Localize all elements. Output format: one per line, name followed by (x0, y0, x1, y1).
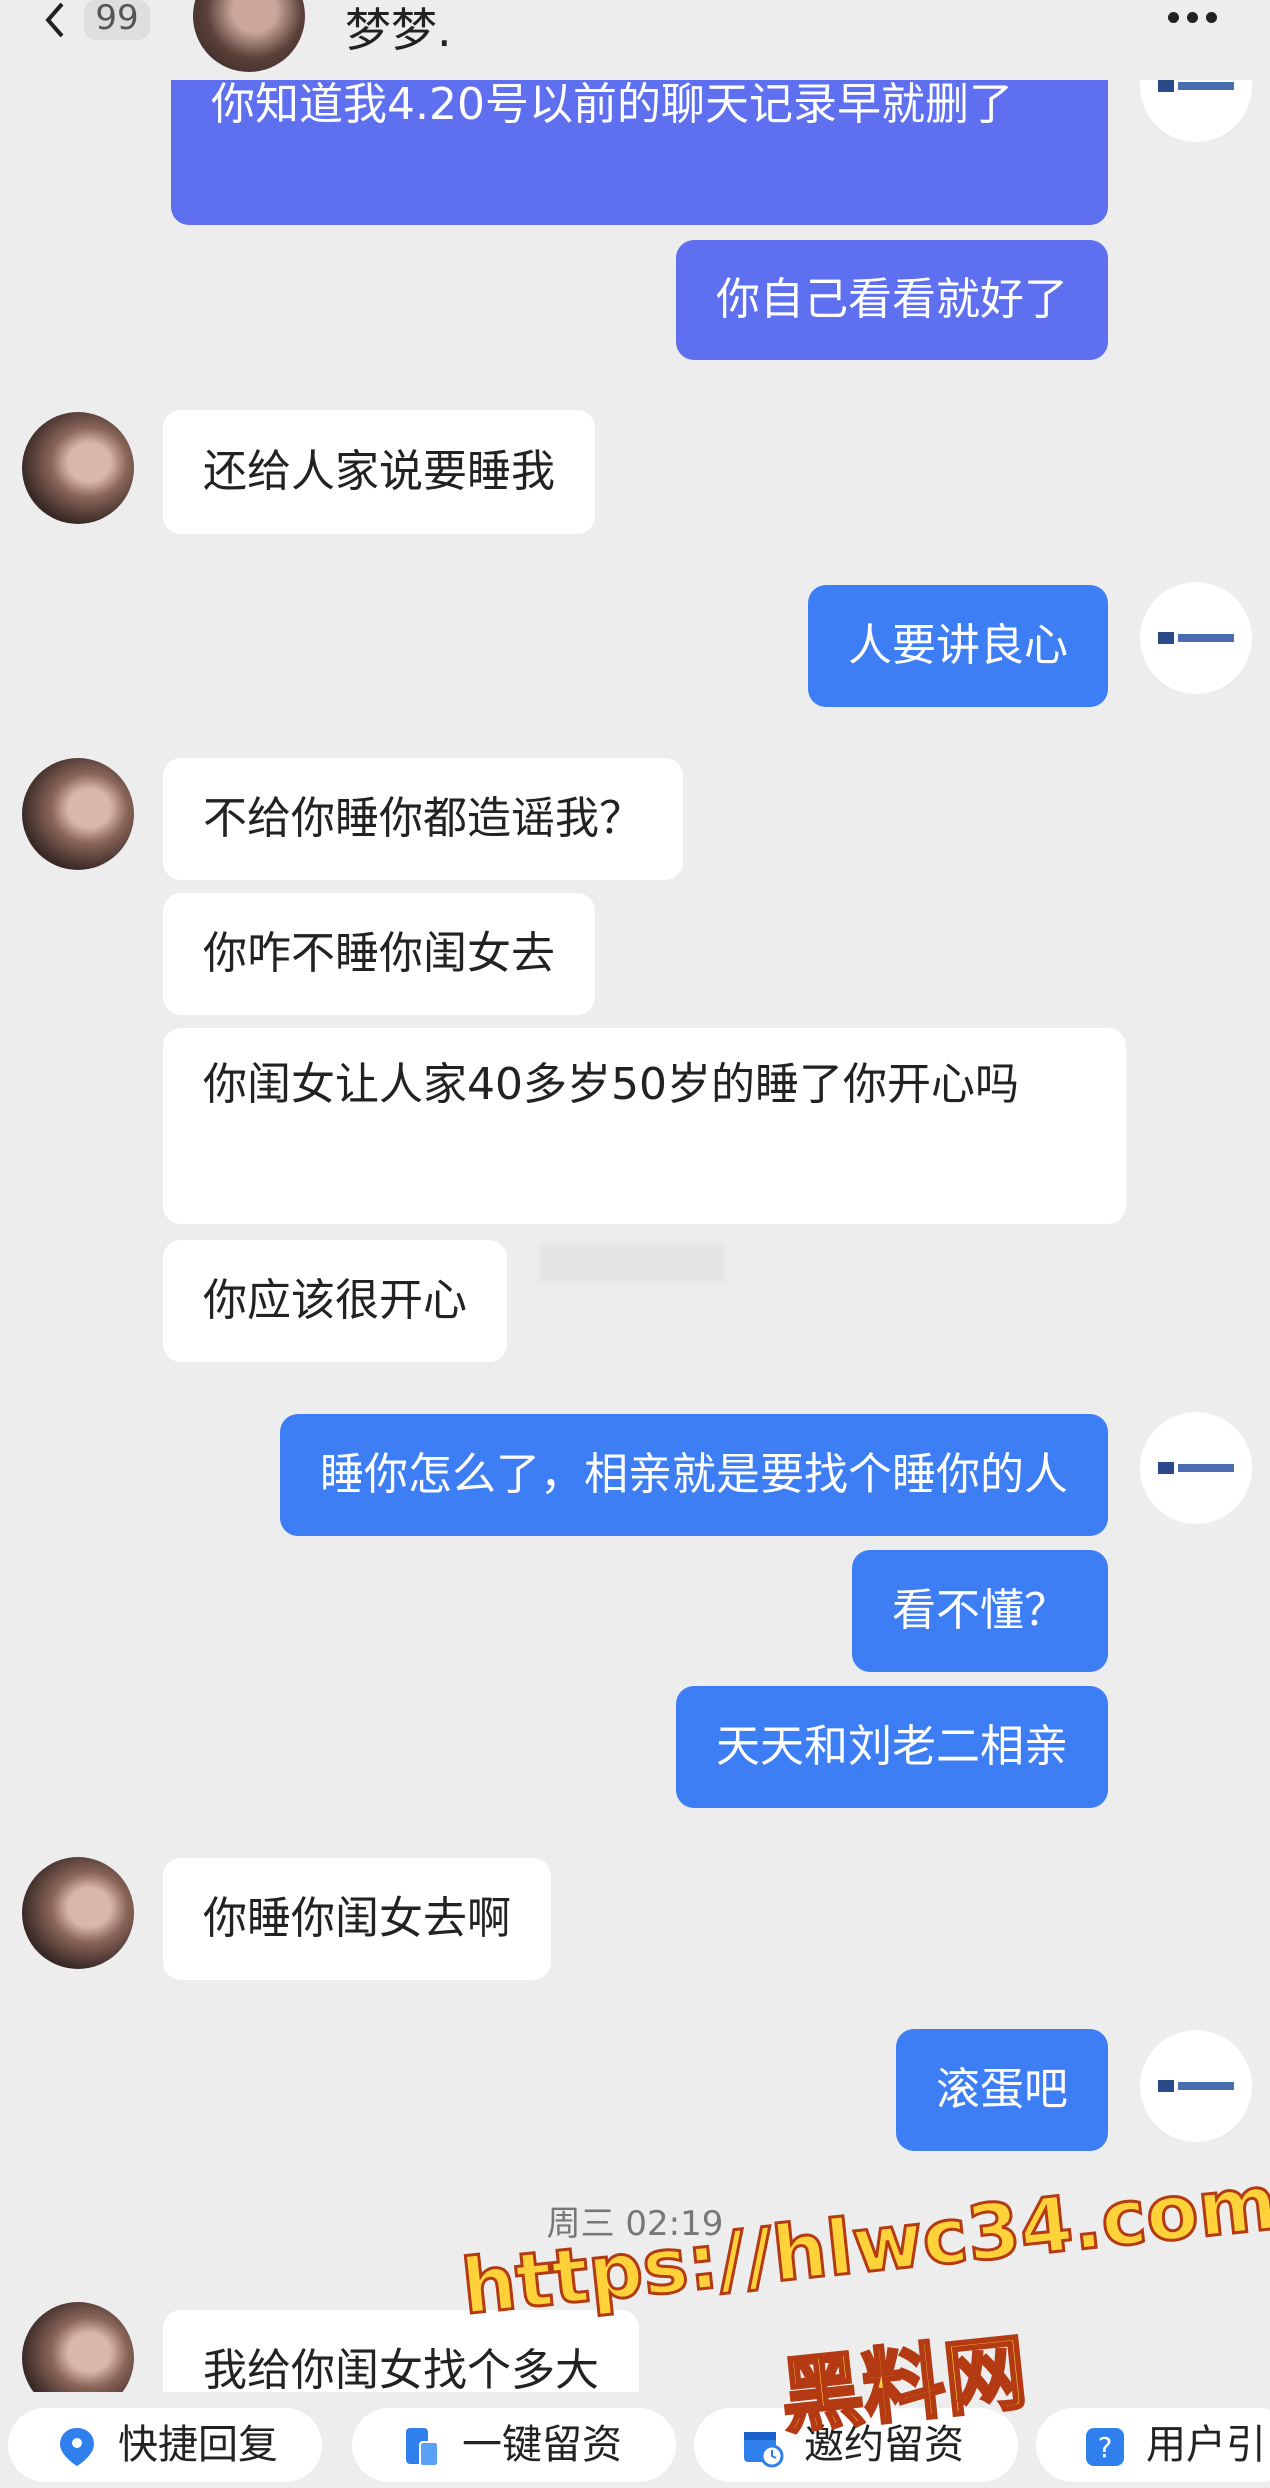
message-bubble-received[interactable]: 不给你睡你都造谣我？ (163, 758, 683, 880)
unread-count-badge[interactable]: 99 (84, 0, 150, 40)
redacted-area (540, 1245, 725, 1281)
message-bubble-received[interactable]: 你睡你闺女去啊 (163, 1858, 551, 1980)
brand-logo-icon (1158, 632, 1234, 644)
contact-avatar[interactable] (193, 0, 305, 72)
user-guide-button[interactable]: ? 用户引 (1036, 2408, 1270, 2482)
message-bubble-received[interactable]: 你应该很开心 (163, 1240, 507, 1362)
message-bubble-sent[interactable]: 滚蛋吧 (896, 2029, 1108, 2151)
calendar-clock-icon (744, 2432, 784, 2468)
location-pin-icon (60, 2428, 94, 2466)
message-bubble-sent[interactable]: 你自己看看就好了 (676, 240, 1108, 360)
more-options-icon[interactable] (1168, 8, 1232, 28)
quick-reply-button[interactable]: 快捷回复 (8, 2408, 322, 2482)
message-bubble-sent[interactable]: 天天和刘老二相亲 (676, 1686, 1108, 1808)
avatar-self[interactable] (1140, 2030, 1252, 2142)
chat-header: 99 梦梦. (0, 0, 1270, 80)
avatar-self[interactable] (1140, 1412, 1252, 1524)
message-bubble-sent[interactable]: 看不懂？ (852, 1550, 1108, 1672)
brand-logo-icon (1158, 1462, 1234, 1474)
user-guide-label: 用户引 (1146, 2422, 1266, 2468)
one-click-info-button[interactable]: 一键留资 (352, 2408, 676, 2482)
quick-action-bar: 快捷回复 一键留资 邀约留资 ? 用户引 (0, 2392, 1270, 2488)
svg-text:?: ? (1098, 2431, 1113, 2464)
quick-reply-label: 快捷回复 (118, 2422, 278, 2468)
back-arrow-icon[interactable] (36, 0, 76, 40)
avatar-contact[interactable] (22, 1857, 134, 1969)
message-bubble-received[interactable]: 你咋不睡你闺女去 (163, 893, 595, 1015)
help-icon: ? (1086, 2428, 1124, 2466)
brand-logo-icon (1158, 2080, 1234, 2092)
contact-name: 梦梦. (345, 3, 452, 57)
message-bubble-sent[interactable]: 睡你怎么了，相亲就是要找个睡你的人 (280, 1414, 1108, 1536)
avatar-contact[interactable] (22, 758, 134, 870)
message-bubble-received[interactable]: 还给人家说要睡我 (163, 410, 595, 534)
avatar-contact[interactable] (22, 412, 134, 524)
message-bubble-sent[interactable]: 人要讲良心 (808, 585, 1108, 707)
message-bubble-received[interactable]: 你闺女让人家40多岁50岁的睡了你开心吗 (163, 1028, 1126, 1224)
avatar-self[interactable] (1140, 582, 1252, 694)
phone-form-icon (406, 2428, 439, 2467)
watermark-url: https://hlwc34.com (456, 2156, 1270, 2333)
one-click-info-label: 一键留资 (462, 2422, 622, 2468)
